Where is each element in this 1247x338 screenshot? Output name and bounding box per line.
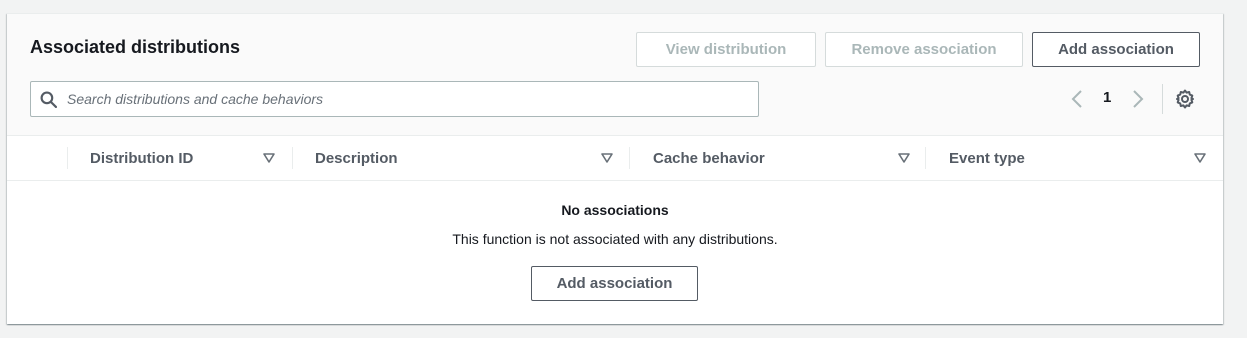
- panel-title: Associated distributions: [30, 37, 241, 57]
- column-header-description[interactable]: Description: [315, 136, 398, 180]
- caret-down-icon[interactable]: [898, 153, 910, 163]
- pagination-divider: [1162, 84, 1163, 114]
- add-association-button[interactable]: Add association: [1032, 32, 1200, 67]
- column-divider: [925, 147, 926, 169]
- associated-distributions-panel: Associated distributions View distributi…: [7, 13, 1223, 324]
- panel-header: Associated distributions View distributi…: [7, 14, 1223, 136]
- column-divider: [629, 147, 630, 169]
- search-icon: [40, 91, 57, 108]
- gear-icon[interactable]: [1174, 88, 1196, 110]
- current-page-number[interactable]: 1: [1103, 89, 1111, 106]
- search-box: [30, 81, 759, 117]
- chevron-right-icon[interactable]: [1130, 88, 1146, 110]
- view-distribution-button[interactable]: View distribution: [636, 32, 816, 67]
- column-header-distribution-id[interactable]: Distribution ID: [90, 136, 193, 180]
- empty-state-message: This function is not associated with any…: [452, 231, 778, 247]
- column-header-cache-behavior[interactable]: Cache behavior: [653, 136, 765, 180]
- column-divider: [67, 147, 68, 169]
- empty-state-add-association-button[interactable]: Add association: [531, 266, 698, 301]
- caret-down-icon[interactable]: [263, 153, 275, 163]
- chevron-left-icon[interactable]: [1069, 88, 1085, 110]
- remove-association-button[interactable]: Remove association: [825, 32, 1023, 67]
- column-divider: [292, 147, 293, 169]
- table-header-divider: [7, 180, 1223, 181]
- column-header-event-type[interactable]: Event type: [949, 136, 1025, 180]
- empty-state-title: No associations: [561, 202, 669, 218]
- caret-down-icon[interactable]: [1194, 153, 1206, 163]
- search-input[interactable]: [65, 82, 745, 116]
- caret-down-icon[interactable]: [601, 153, 613, 163]
